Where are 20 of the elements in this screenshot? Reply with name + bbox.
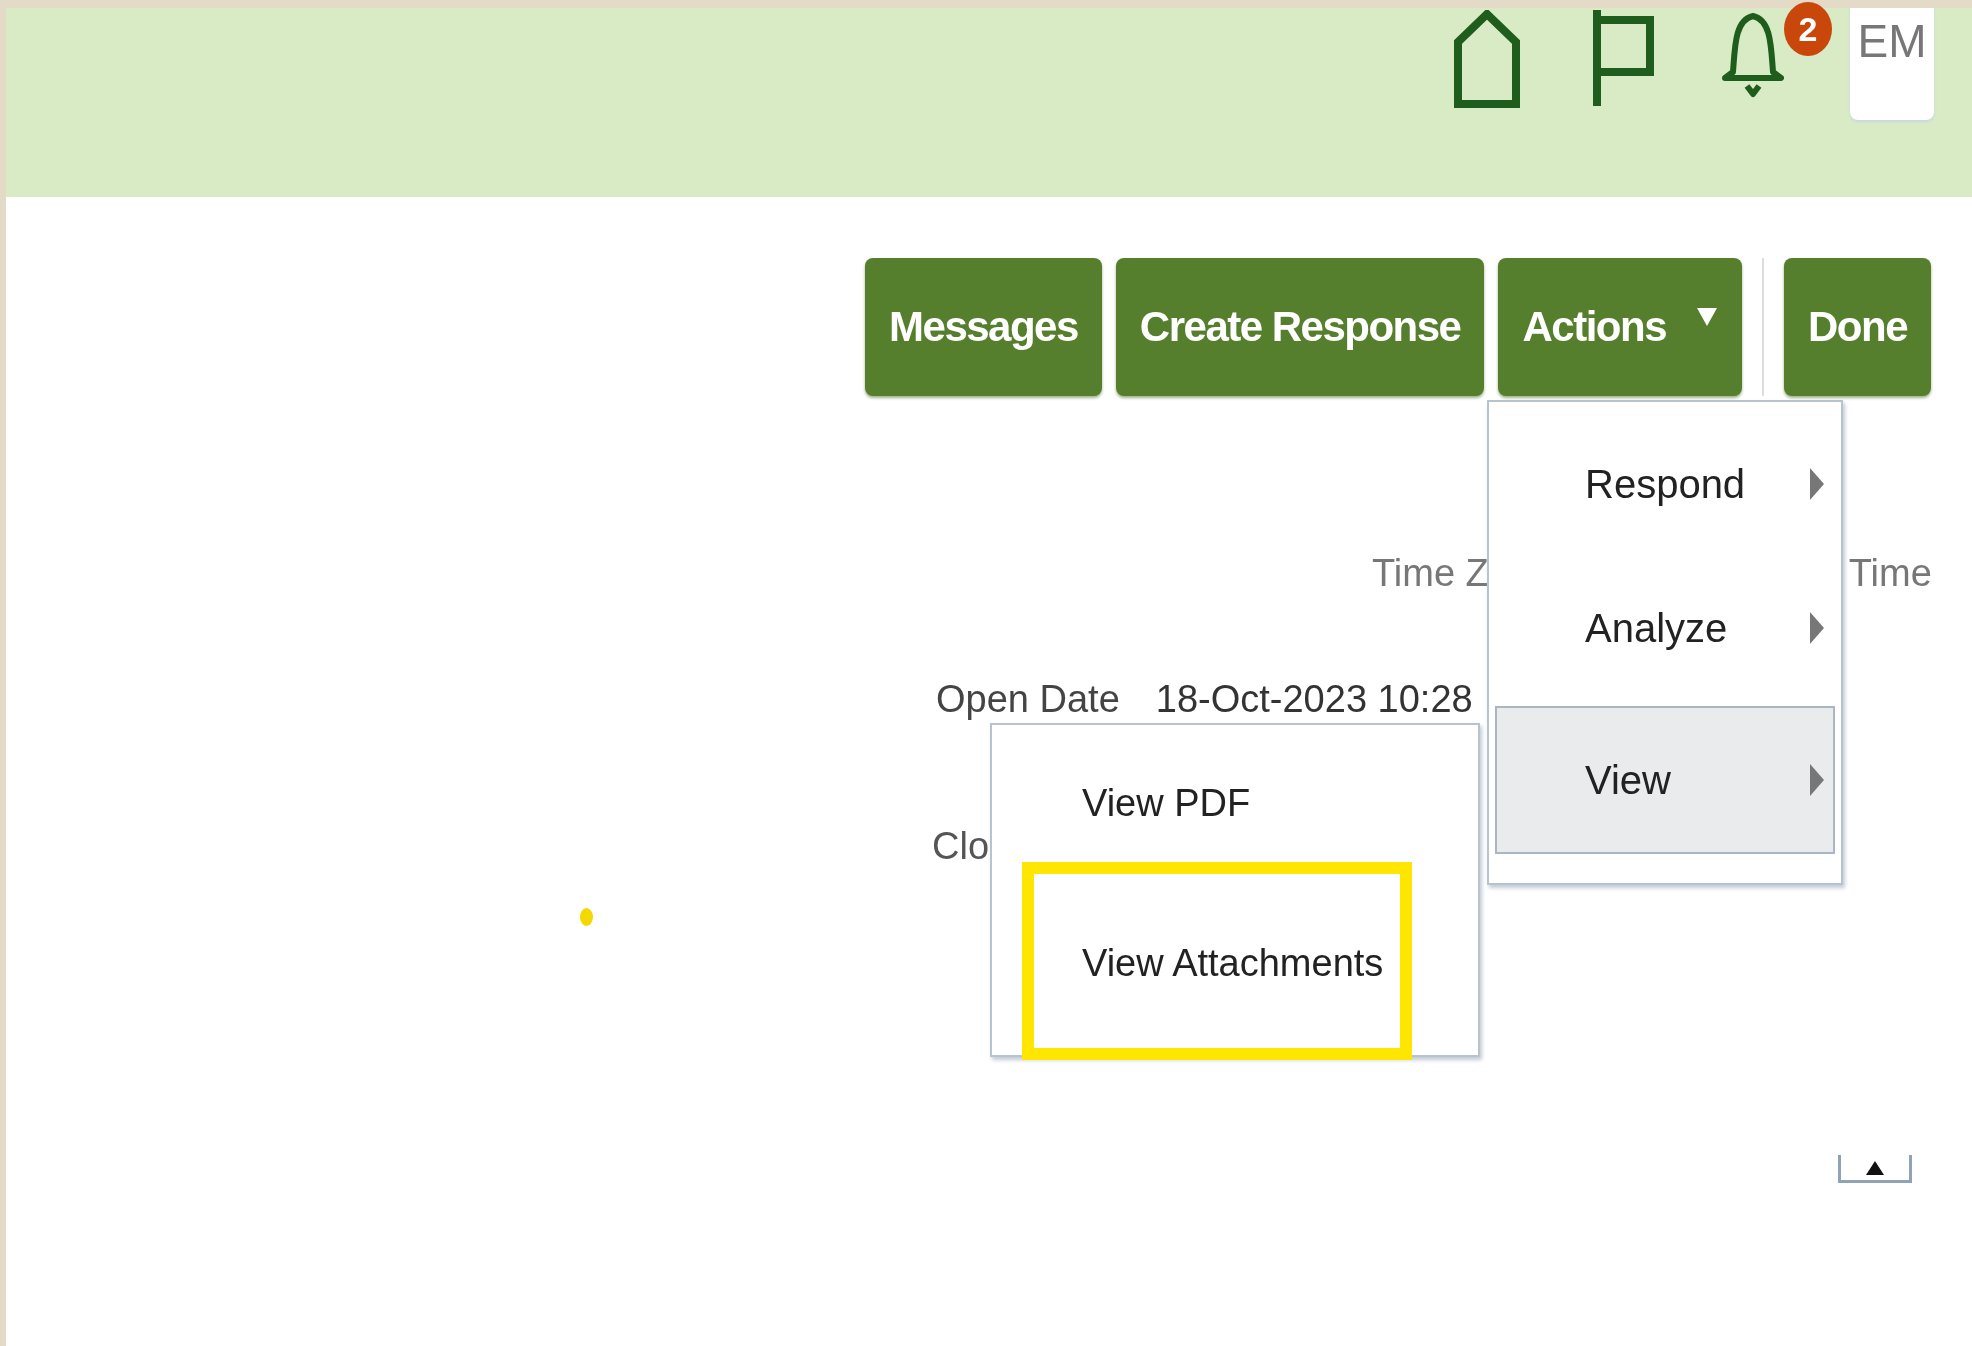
field-label: Time Z [1372, 552, 1489, 595]
actions-dropdown-button[interactable]: Actions [1498, 258, 1742, 396]
home-icon[interactable] [1452, 10, 1522, 110]
toolbar-button[interactable]: Create Response [1115, 258, 1485, 396]
marker-dot [580, 908, 593, 926]
menu-item[interactable]: View PDF [1082, 755, 1251, 851]
scroll-to-top-button[interactable] [1838, 1155, 1912, 1183]
toolbar-button[interactable]: Done [1784, 258, 1931, 396]
menu-item[interactable]: Respond [1495, 418, 1835, 550]
field-value: 18-Oct-2023 10:28 [1155, 678, 1473, 721]
menu-item[interactable]: View Attachments [1082, 915, 1384, 1011]
menu-item[interactable]: View [1495, 706, 1835, 854]
notification-badge: 2 [1784, 2, 1832, 56]
toolbar-button[interactable]: Messages [865, 258, 1102, 396]
user-avatar[interactable]: EM [1850, 8, 1934, 120]
field-label: Time [1848, 552, 1932, 595]
field-label: Open Date [936, 678, 1120, 721]
field-label: Clo [932, 825, 990, 868]
menu-item[interactable]: Analyze [1495, 554, 1835, 702]
up-arrow-icon [1865, 1159, 1885, 1176]
